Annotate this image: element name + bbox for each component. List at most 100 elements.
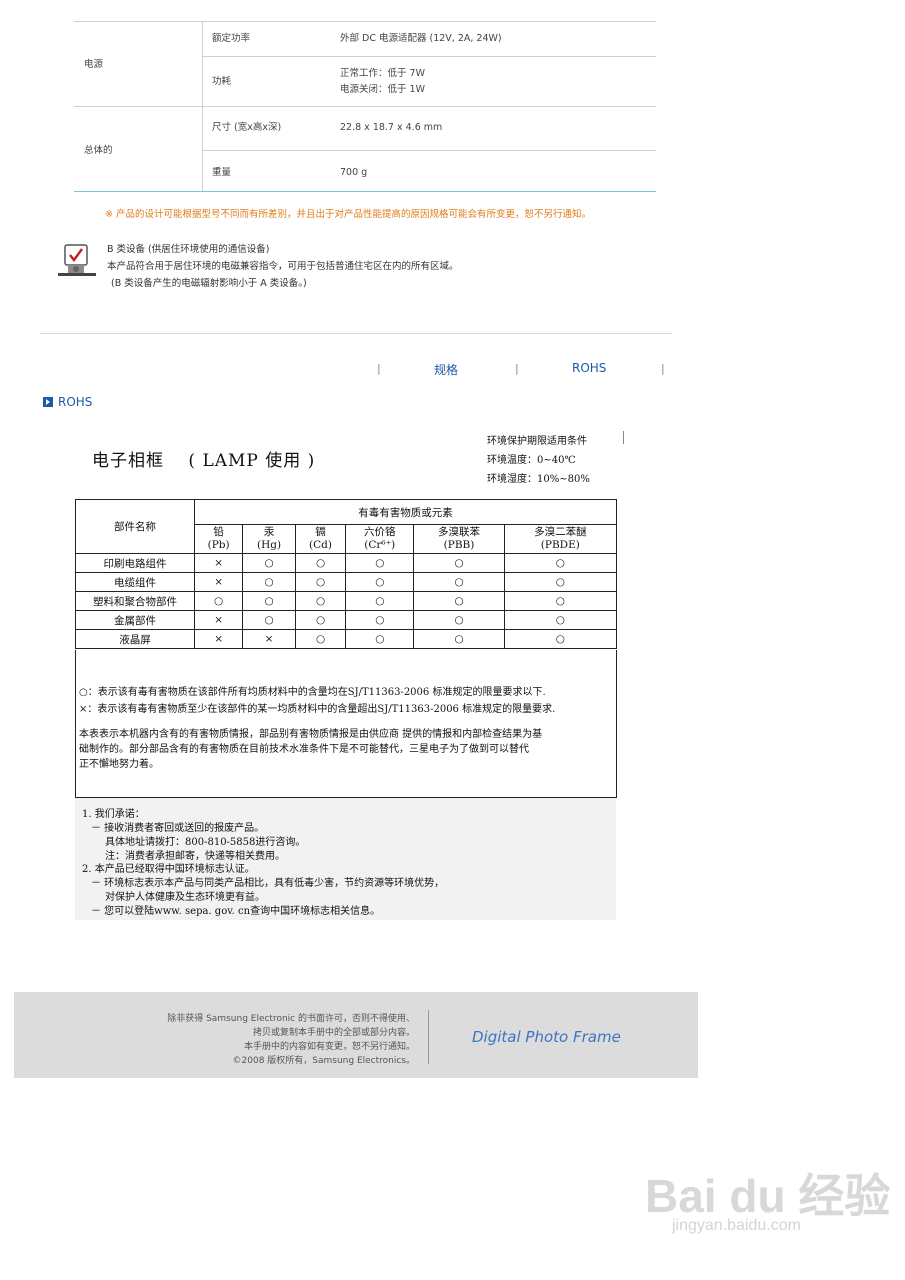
env-line: 环境湿度：10%~80% [487,474,590,485]
exceeds-cross-mark: × [193,572,244,592]
copyright-line: 拷贝或复制本手册中的全部或部分内容。 [252,1028,415,1038]
substance-name: 汞 [263,526,275,538]
watermark-url: jingyan.baidu.com [672,1217,801,1234]
commitment-line: 2. 本产品已经取得中国环境标志认证。 [82,864,255,875]
compliant-circle-mark: ○ [294,629,347,649]
compliant-circle-mark: ○ [503,553,618,573]
compliant-circle-mark: ○ [503,591,618,611]
compliant-circle-mark: ○ [294,553,347,573]
manual-footer: 除非获得 Samsung Electronic 的书面许可，否则不得使用、 拷贝… [14,992,698,1078]
divider [203,150,656,151]
spec-category-power: 电源 [84,59,104,70]
compliant-circle-mark: ○ [413,610,505,630]
nav-separator: | [377,362,381,375]
substance-symbol: (Hg) [257,539,282,551]
table-row: 电缆组件 × ○ ○ ○ ○ ○ [75,572,618,592]
part-name-cell: 金属部件 [75,610,195,630]
exceeds-cross-mark: × [193,629,244,649]
exceeds-cross-mark: × [242,629,296,649]
rohs-doc-title: 电子相框 ( LAMP 使用 ) [92,451,316,471]
design-change-notice: ※ 产品的设计可能根据型号不同而有所差别，并且出于对产品性能提高的原因规格可能会… [105,209,591,220]
compliant-circle-mark: ○ [413,591,505,611]
hazardous-substances-table: 部件名称 有毒有害物质或元素 铅 (Pb) 汞 (Hg) 镉 (Cd) 六价铬 (Cr⁶⁺) 多… [75,499,618,649]
spec-value-consumption-normal: 正常工作：低于 7W [340,68,425,79]
divider [203,56,656,57]
section-heading-label: ROHS [58,395,93,409]
spec-value-consumption-off: 电源关闭：低于 1W [340,84,425,95]
nav-link-spec[interactable]: 规格 [434,361,458,378]
substance-symbol: (Cr⁶⁺) [364,539,396,551]
compliant-circle-mark: ○ [345,572,415,592]
compliant-circle-mark: ○ [294,572,347,592]
checklist-person-icon [57,243,97,281]
nav-link-rohs[interactable]: ROHS [572,361,606,375]
spec-value-size: 22.8 x 18.7 x 4.6 mm [340,122,443,133]
compliant-circle-mark: ○ [345,610,415,630]
divider [74,21,656,22]
note-paragraph: 正不懈地努力着。 [79,759,159,770]
env-line: 环境保护期限适用条件 [487,436,587,447]
compliant-circle-mark: ○ [345,591,415,611]
note-paragraph: 础制作的。部分部品含有的有害物质在目前技术水准条件下是不可能替代，三星电子为了做… [79,744,529,755]
spec-label-weight: 重量 [212,167,232,178]
commitment-line: － 环境标志表示本产品与同类产品相比，具有低毒少害，节约资源等环境优势， [91,878,445,889]
compliant-circle-mark: ○ [242,553,296,573]
env-line: 环境温度：0~40℃ [487,455,576,466]
substance-column-header: 多溴联苯 (PBB) [413,524,505,554]
compliant-circle-mark: ○ [413,553,505,573]
nav-separator: | [515,362,519,375]
compliant-circle-mark: ○ [242,572,296,592]
copyright-text: 除非获得 Samsung Electronic 的书面许可，否则不得使用、 拷贝… [167,1012,415,1068]
spec-label-size: 尺寸 (宽x高x深) [212,122,282,133]
substance-name: 六价铬 [364,526,396,538]
compliant-circle-mark: ○ [503,572,618,592]
divider [74,191,656,192]
nav-separator: | [661,362,665,375]
substance-column-header: 六价铬 (Cr⁶⁺) [345,524,415,554]
spec-value-weight: 700 g [340,167,368,178]
table-row: 塑料和聚合物部件 ○ ○ ○ ○ ○ ○ [75,591,618,611]
part-name-cell: 塑料和聚合物部件 [75,591,195,611]
compliant-circle-mark: ○ [242,591,296,611]
compliant-circle-mark: ○ [242,610,296,630]
compliant-circle-mark: ○ [413,572,505,592]
spec-value-rated-power: 外部 DC 电源适配器 (12V, 2A, 24W) [340,33,502,44]
rohs-notes: ○：表示该有毒有害物质在该部件所有均质材料中的含量均在SJ/T11363-200… [75,650,617,798]
class-b-notice: B 类设备 (供居住环境使用的通信设备) 本产品符合用于居住环境的电磁兼容指令，… [107,241,459,292]
product-brand: Digital Photo Frame [472,1028,621,1046]
substance-column-header: 铅 (Pb) [193,524,244,554]
substance-symbol: (Pb) [207,539,230,551]
exceeds-cross-mark: × [193,610,244,630]
spec-label-rated-power: 额定功率 [212,33,251,44]
commitment-line: 对保护人体健康及生态环境更有益。 [105,892,265,903]
commitment-line: 具体地址请拨打：800-810-5858进行咨询。 [105,837,306,848]
note-circle: ○：表示该有毒有害物质在该部件所有均质材料中的含量均在SJ/T11363-200… [79,687,546,698]
copyright-line: 除非获得 Samsung Electronic 的书面许可，否则不得使用、 [167,1014,415,1024]
part-name-cell: 液晶屏 [75,629,195,649]
substance-name: 镉 [315,526,326,538]
exceeds-cross-mark: × [193,553,244,573]
compliant-circle-mark: ○ [193,591,244,611]
table-row: 印刷电路组件 × ○ ○ ○ ○ ○ [75,553,618,573]
env-conditions: 环境保护期限适用条件 环境温度：0~40℃ 环境湿度：10%~80% [487,432,590,489]
compliant-circle-mark: ○ [345,553,415,573]
section-divider [40,333,672,334]
footer-divider [428,1010,429,1064]
compliant-circle-mark: ○ [503,610,618,630]
header-part-name: 部件名称 [75,499,195,554]
divider [74,106,656,107]
substance-name: 铅 [213,526,224,538]
part-name-cell: 电缆组件 [75,572,195,592]
substance-symbol: (PBDE) [540,539,580,551]
compliant-circle-mark: ○ [413,629,505,649]
section-heading-rohs: ROHS [43,395,92,409]
divider [623,431,624,444]
table-row: 液晶屏 × × ○ ○ ○ ○ [75,629,618,649]
class-b-line1: 本产品符合用于居住环境的电磁兼容指令，可用于包括普通住宅区在内的所有区域。 [107,261,459,272]
substance-column-header: 汞 (Hg) [242,524,296,554]
spec-label-consumption: 功耗 [212,76,232,87]
header-substance-group: 有毒有害物质或元素 [194,499,617,525]
commitment-line: － 接收消费者寄回或送回的报废产品。 [91,823,265,834]
substance-name: 多溴联苯 [438,526,481,538]
commitment-box: 1. 我们承诺： － 接收消费者寄回或送回的报废产品。 具体地址请拨打：800-… [75,798,616,920]
